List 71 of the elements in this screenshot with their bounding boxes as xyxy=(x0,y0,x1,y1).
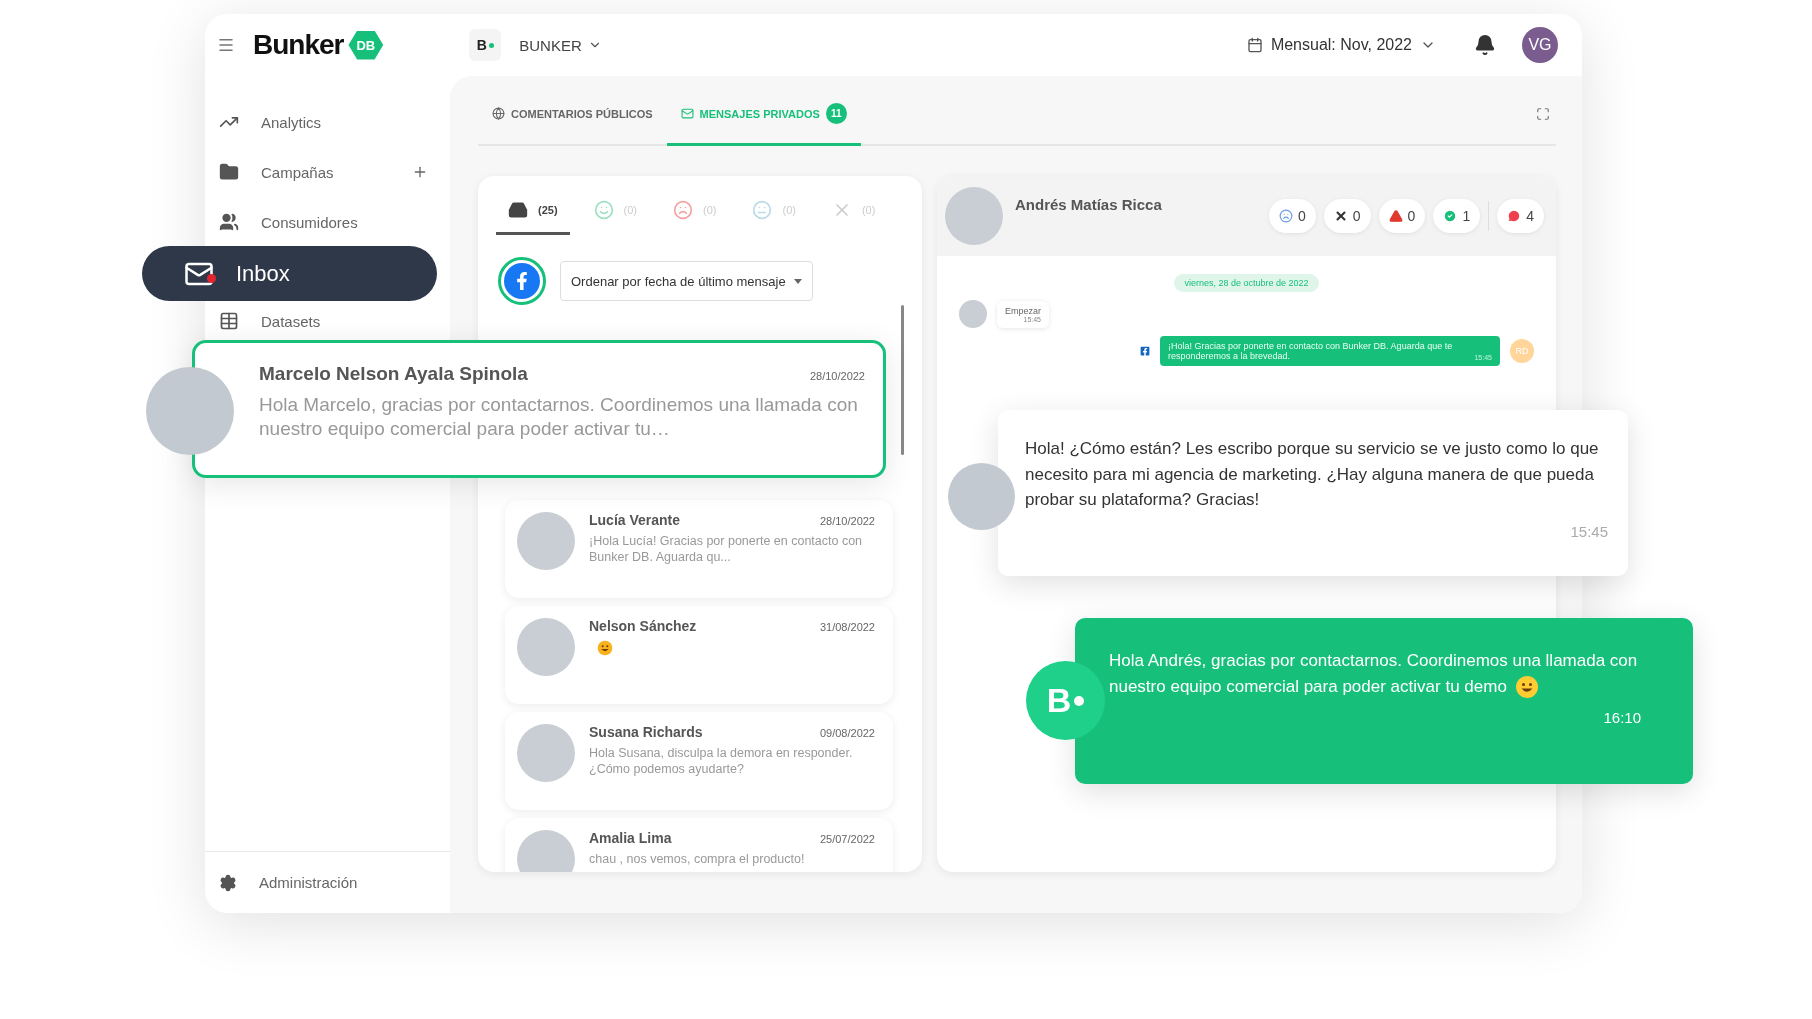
counter-pill[interactable]: 0 xyxy=(1323,199,1371,233)
message-preview: Hola Marcelo, gracias por contactarnos. Coordinemos una llamada con nuestro equipo comercial para poder activar tu… xyxy=(259,393,859,441)
workspace-selector[interactable]: BUNKER xyxy=(519,36,582,54)
message-preview: Hola Susana, disculpa la demora en responder. ¿Cómo podemos ayudarte? xyxy=(589,746,854,778)
message-date: 09/08/2022 xyxy=(819,727,875,739)
message-date: 31/08/2022 xyxy=(819,621,875,633)
notifications-icon[interactable] xyxy=(1474,34,1496,56)
envelope-icon xyxy=(680,107,694,120)
smiley-icon xyxy=(593,200,614,220)
contact-name: Andrés Matías Ricca xyxy=(1015,196,1162,213)
facebook-icon xyxy=(1140,346,1150,356)
counter-pill[interactable]: 4 xyxy=(1497,199,1544,233)
facebook-icon[interactable] xyxy=(498,257,546,305)
message-date: 28/10/2022 xyxy=(819,515,875,527)
agent-avatar: RD xyxy=(1510,339,1534,363)
sidebar-icon xyxy=(219,311,239,331)
neutral-face-icon xyxy=(752,200,773,220)
contact-name: Marcelo Nelson Ayala Spinola xyxy=(259,363,528,385)
brand-logo: Bunker xyxy=(253,29,344,61)
user-avatar[interactable]: VG xyxy=(1522,27,1558,63)
globe-icon xyxy=(492,107,505,120)
message-preview: ¡Hola Lucía! Gracias por ponerte en contacto con Bunker DB. Aguarda qu... xyxy=(589,534,864,566)
counter-pill[interactable]: 0 xyxy=(1378,199,1426,233)
cross-icon xyxy=(1333,209,1348,223)
date-chip: viernes, 28 de octubre de 2022 xyxy=(1174,274,1319,292)
sad-face-icon xyxy=(1279,209,1293,223)
contact-name: Amalia Lima xyxy=(589,830,672,846)
check-circle-icon xyxy=(1443,209,1458,223)
fullscreen-icon[interactable] xyxy=(1536,107,1550,121)
message-preview: chau , nos vemos, compra el producto! xyxy=(589,852,806,868)
sort-dropdown[interactable]: Ordenar por fecha de último mensaje xyxy=(560,261,813,301)
counter-pill[interactable]: 0 xyxy=(1269,199,1316,233)
settings-icon xyxy=(219,873,237,892)
sidebar-icon xyxy=(219,212,239,232)
add-icon[interactable] xyxy=(412,164,428,180)
counter-pill[interactable]: 1 xyxy=(1433,199,1481,233)
brand-badge: DB xyxy=(348,30,384,60)
sidebar-item[interactable]: Datasets xyxy=(205,308,450,334)
tab[interactable]: COMENTARIOS PÚBLICOS xyxy=(478,84,667,146)
sidebar-item[interactable]: Campañas xyxy=(205,159,450,185)
count-badge: 11 xyxy=(825,103,847,124)
message-date: 25/07/2022 xyxy=(819,833,875,845)
admin-label[interactable]: Administración xyxy=(259,874,358,891)
outgoing-message: Hola Andrés, gracias por contactarnos. Coordinemos una llamada con nuestro equipo comercial para poder activar tu demo 16:10 xyxy=(1075,618,1693,784)
speech-bubble-icon xyxy=(1507,209,1522,223)
contact-name: Nelson Sánchez xyxy=(589,618,697,634)
filter-tab[interactable]: (25) xyxy=(496,200,570,235)
inbox-icon xyxy=(508,200,528,220)
avatar-placeholder xyxy=(517,830,575,872)
contact-name: Susana Richards xyxy=(589,724,703,740)
emoji-icon xyxy=(597,640,613,656)
conversation-card[interactable]: Marcelo Nelson Ayala Spinola 28/10/2022 Hola Marcelo, gracias por contactarnos. Coordinemos una llamada con nuestro equipo comercial para poder activar tu… xyxy=(192,340,886,478)
warning-icon xyxy=(1388,209,1403,223)
conversation-card[interactable]: Amalia Lima 25/07/2022 chau , nos vemos, compra el producto! xyxy=(505,818,893,872)
period-selector[interactable]: Mensual: Nov, 2022 xyxy=(1270,36,1412,54)
message-date: 28/10/2022 xyxy=(809,370,865,382)
workspace-logo: B xyxy=(469,29,502,61)
sad-face-icon xyxy=(673,200,693,220)
contact-name: Lucía Verante xyxy=(589,512,681,528)
emoji-icon xyxy=(1514,675,1539,699)
sidebar-item[interactable]: Consumidores xyxy=(205,209,450,235)
sidebar-item[interactable]: Analytics xyxy=(205,109,450,135)
sidebar-icon xyxy=(219,162,239,182)
calendar-icon xyxy=(1246,37,1263,53)
conversation-card[interactable]: Lucía Verante 28/10/2022 ¡Hola Lucía! Gracias por ponerte en contacto con Bunker DB. Aguarda qu... xyxy=(505,500,893,598)
incoming-message: Hola! ¿Cómo están? Les escribo porque su servicio se ve justo como lo que necesito para mi agencia de marketing. ¿Hay alguna manera de que pueda probar su plataforma? Gracias! 15:45 xyxy=(998,410,1628,576)
avatar-placeholder xyxy=(959,300,987,328)
conversation-card[interactable]: Nelson Sánchez 31/08/2022 xyxy=(505,606,893,704)
menu-icon[interactable] xyxy=(217,36,235,54)
sidebar-item[interactable]: Inbox xyxy=(142,246,437,301)
conversation-card[interactable]: Susana Richards 09/08/2022 Hola Susana, disculpa la demora en responder. ¿Cómo podemos ayudarte? xyxy=(505,712,893,810)
